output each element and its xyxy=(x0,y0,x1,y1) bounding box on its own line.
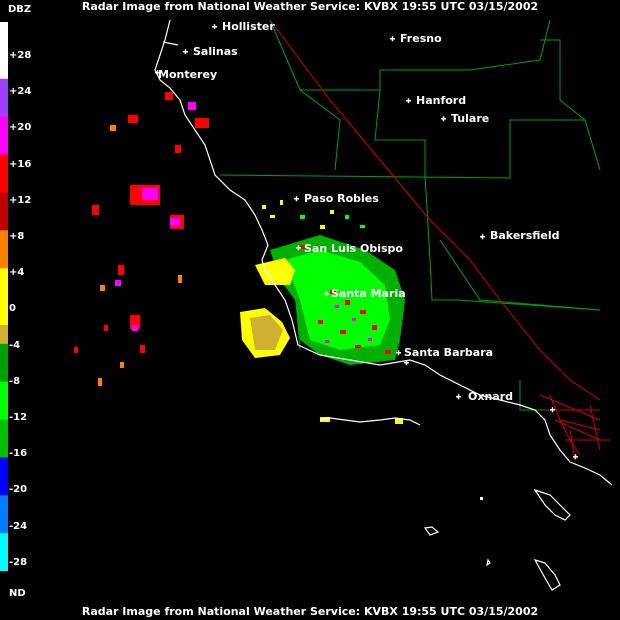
legend-tick-label: -24 xyxy=(9,520,28,532)
legend-swatch xyxy=(0,287,8,307)
city-label-hollister: Hollister xyxy=(222,20,275,33)
legend-swatch xyxy=(0,40,8,61)
legend-swatch xyxy=(0,495,8,515)
legend-swatch xyxy=(0,306,8,326)
city-label-tulare: Tulare xyxy=(451,112,490,125)
legend-tick-label: -20 xyxy=(9,484,28,496)
legend-tick-label: -28 xyxy=(9,556,28,568)
legend-swatch xyxy=(0,419,8,440)
legend-swatch xyxy=(0,362,8,383)
legend-swatch xyxy=(0,154,8,174)
legend-swatch xyxy=(0,230,8,250)
legend-tick-label: +16 xyxy=(9,158,32,170)
city-label-monterey: Monterey xyxy=(158,68,218,81)
legend-swatch xyxy=(0,552,8,572)
city-label-hanford: Hanford xyxy=(416,94,467,107)
legend-swatch xyxy=(0,211,8,231)
legend-swatch xyxy=(0,22,8,42)
legend-tick-label: +24 xyxy=(9,86,32,98)
legend-tick-label: +4 xyxy=(9,267,25,279)
legend-swatch xyxy=(0,343,8,364)
city-label-fresno: Fresno xyxy=(400,32,442,45)
city-label-san-luis-obispo: San Luis Obispo xyxy=(304,242,403,255)
legend-tick-label: -8 xyxy=(9,375,21,387)
legend-tick-label: -12 xyxy=(9,412,28,423)
city-label-oxnard: Oxnard xyxy=(468,390,513,403)
legend-swatch xyxy=(0,476,8,496)
legend-swatch xyxy=(0,97,8,118)
legend-tick-label: +20 xyxy=(9,122,32,134)
legend-nd: ND xyxy=(9,588,26,599)
city-label-santa-maria: Santa Maria xyxy=(331,287,406,300)
legend-swatch xyxy=(0,457,8,477)
legend-tick-label: +8 xyxy=(9,231,25,242)
legend-swatch xyxy=(0,59,8,80)
legend-tick-label: 0 xyxy=(9,303,16,315)
legend-swatch xyxy=(0,514,8,534)
legend-tick-label: -4 xyxy=(9,339,21,351)
city-label-paso-robles: Paso Robles xyxy=(304,192,379,205)
legend-tick-label: -16 xyxy=(9,448,28,460)
legend-swatch xyxy=(0,324,8,345)
legend-swatch xyxy=(0,438,8,458)
legend-swatch xyxy=(0,116,8,137)
legend-swatch xyxy=(0,249,8,269)
page-title-top: Radar Image from National Weather Servic… xyxy=(81,0,539,13)
radar-map xyxy=(0,0,620,620)
page-title-bottom: Radar Image from National Weather Servic… xyxy=(81,605,539,618)
legend-swatch xyxy=(0,381,8,402)
legend-swatch xyxy=(0,571,8,591)
legend-swatch xyxy=(0,173,8,193)
legend-tick-label: +12 xyxy=(9,194,32,206)
city-label-bakersfield: Bakersfield xyxy=(490,229,560,242)
legend-swatch xyxy=(0,400,8,421)
legend-swatch xyxy=(0,135,8,156)
city-label-santa-barbara: Santa Barbara xyxy=(404,346,494,359)
legend-swatch xyxy=(0,533,8,553)
legend-swatch xyxy=(0,192,8,212)
city-label-salinas: Salinas xyxy=(193,45,238,58)
legend-swatch xyxy=(0,268,8,288)
legend-tick-label: +28 xyxy=(9,50,32,61)
legend-swatch xyxy=(0,78,8,99)
